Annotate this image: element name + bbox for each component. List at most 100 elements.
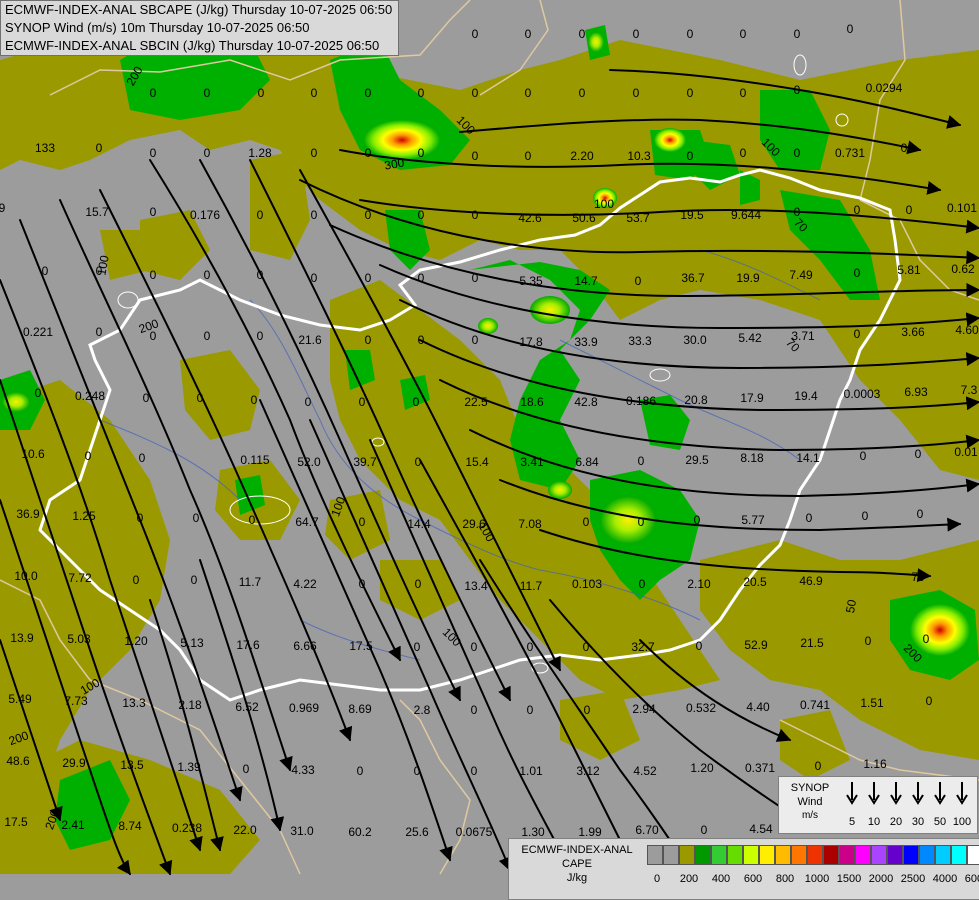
cape-value-label: 14.1 <box>796 451 820 465</box>
cape-value-label: 0 <box>860 449 867 463</box>
cape-value-label: 0 <box>197 391 204 405</box>
cape-value-label: 50.6 <box>572 211 596 225</box>
cape-value-label: 0 <box>696 639 703 653</box>
cape-value-label: 0.0294 <box>866 81 903 95</box>
cape-value-label: 22.0 <box>233 823 257 837</box>
cape-color-swatch <box>727 845 743 865</box>
cape-value-label: 5.03 <box>67 632 91 646</box>
cape-color-swatch <box>935 845 951 865</box>
cape-value-label: 7.49 <box>789 268 813 282</box>
cape-value-label: 0 <box>133 573 140 587</box>
cape-value-label: 0 <box>257 329 264 343</box>
cape-scale-label: 2500 <box>900 873 926 885</box>
cape-value-label: 0 <box>85 449 92 463</box>
cape-value-label: 0 <box>471 703 478 717</box>
cape-color-swatch <box>871 845 887 865</box>
synop-speed-sample: 30 <box>907 781 929 831</box>
cape-value-label: 0 <box>633 27 640 41</box>
cape-value-label: 13.5 <box>120 758 144 772</box>
cape-value-label: 0 <box>687 149 694 163</box>
cape-value-label: 0 <box>794 83 801 97</box>
cape-value-label: 7.73 <box>64 694 88 708</box>
cape-value-label: 0.371 <box>745 761 775 775</box>
cape-value-label: 0 <box>249 513 256 527</box>
cape-value-label: 2.8 <box>414 703 431 717</box>
cape-value-label: 8.74 <box>118 819 142 833</box>
cape-value-label: 30.0 <box>683 333 707 347</box>
cape-color-swatch <box>951 845 967 865</box>
cape-scale-label: 4000 <box>932 873 958 885</box>
cape-value-label: 0.115 <box>240 453 269 467</box>
cape-value-label: 4.33 <box>291 763 315 777</box>
cape-value-label: 70 <box>911 570 925 584</box>
cape-value-label: 0 <box>257 208 264 222</box>
cape-value-label: 15.4 <box>465 455 489 469</box>
cape-value-label: 0.731 <box>835 146 865 160</box>
cape-color-swatch <box>823 845 839 865</box>
cape-scale-label: 2000 <box>868 873 894 885</box>
cape-value-label: 3.12 <box>576 764 600 778</box>
cape-value-label: 29.9 <box>62 756 86 770</box>
cape-value-label: 0.103 <box>572 577 602 591</box>
cape-value-label: 0 <box>418 86 425 100</box>
cape-value-label: 0 <box>204 268 211 282</box>
synop-speed-label: 50 <box>933 816 947 828</box>
cape-value-label: 1.51 <box>860 696 884 710</box>
cape-value-label: 13.4 <box>464 579 488 593</box>
cape-value-label: 0 <box>42 264 49 278</box>
cape-value-label: 0 <box>579 86 586 100</box>
cape-value-label: 1.16 <box>863 757 887 771</box>
cape-value-label: 0 <box>257 268 264 282</box>
cape-value-label: 17.6 <box>236 638 260 652</box>
cape-value-label: 0 <box>251 393 258 407</box>
cape-value-label: 0 <box>418 333 425 347</box>
cape-value-label: 0 <box>305 395 312 409</box>
cape-value-label: 0 <box>633 86 640 100</box>
cape-value-label: 0 <box>472 27 479 41</box>
cape-value-label: 1.01 <box>519 764 543 778</box>
cape-value-label: 52.0 <box>297 455 321 469</box>
synop-speed-sample: 50 <box>929 781 951 831</box>
cape-value-label: 0 <box>193 511 200 525</box>
cape-value-label: 10.6 <box>21 447 45 461</box>
cape-value-label: 4.54 <box>749 822 773 836</box>
cape-value-label: 6.52 <box>235 700 259 714</box>
cin-isoline-label: 50 <box>843 598 859 614</box>
cape-value-label: 0 <box>854 203 861 217</box>
cape-value-label: 0 <box>525 86 532 100</box>
cape-value-label: 2.20 <box>570 149 594 163</box>
cape-value-label: 1.25 <box>72 509 96 523</box>
cape-value-label: 5.49 <box>8 692 32 706</box>
cape-value-label: 4.22 <box>293 577 317 591</box>
cape-value-label: 17.5 <box>349 639 373 653</box>
cape-value-label: 0 <box>471 764 478 778</box>
cape-value-label: 0 <box>137 511 144 525</box>
cape-value-label: 6.66 <box>293 639 317 653</box>
cape-value-label: 21.6 <box>298 333 322 347</box>
arrow-down-icon <box>912 782 924 805</box>
synop-speed-label: 100 <box>952 816 972 828</box>
cape-value-label: 0 <box>527 703 534 717</box>
cape-value-label: 19.4 <box>794 389 818 403</box>
synop-wind-legend: SYNOP Wind m/s 5 10 20 30 50 100 <box>778 776 978 834</box>
cape-value-label: 0 <box>639 577 646 591</box>
cape-value-label: 0 <box>143 391 150 405</box>
cape-value-label: 0 <box>359 515 366 529</box>
cape-color-swatch <box>711 845 727 865</box>
cape-value-label: 0 <box>638 515 645 529</box>
cape-value-label: 0 <box>258 86 265 100</box>
arrow-down-icon <box>868 782 880 805</box>
cape-value-label: 0 <box>794 146 801 160</box>
cape-color-swatch <box>903 845 919 865</box>
cape-value-label: 42.6 <box>518 211 542 225</box>
cape-color-swatch <box>855 845 871 865</box>
cape-value-label: 0 <box>150 205 157 219</box>
cape-value-label: 19.5 <box>680 208 704 222</box>
cape-value-label: 0 <box>926 694 933 708</box>
cape-value-label: 0 <box>415 455 422 469</box>
cape-legend-title1: ECMWF-INDEX-ANAL <box>521 844 633 856</box>
arrow-down-icon <box>956 782 968 805</box>
arrow-down-icon <box>846 782 858 805</box>
synop-legend-title: SYNOP <box>790 782 830 794</box>
cape-value-label: 21.5 <box>800 636 824 650</box>
